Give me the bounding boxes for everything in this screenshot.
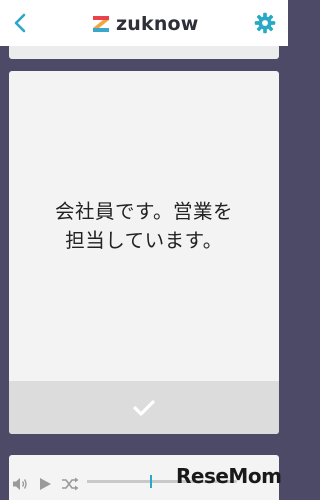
card-sentence: 会社員です。営業を 担当しています。	[9, 71, 279, 381]
zuknow-logo-icon	[93, 16, 109, 32]
shuffle-icon	[62, 477, 79, 491]
slider-thumb[interactable]	[150, 475, 152, 488]
app-name: zuknow	[116, 13, 199, 35]
card-line: 会社員です。営業を	[54, 200, 234, 223]
app-logo: zuknow	[92, 11, 199, 37]
settings-button[interactable]	[254, 12, 276, 34]
watermark-text: ReseMom	[176, 464, 282, 488]
app-header: zuknow	[0, 0, 288, 46]
card-line: 担当しています。	[65, 229, 223, 252]
volume-icon	[13, 478, 27, 490]
slider-progress	[87, 480, 150, 483]
play-button[interactable]	[39, 476, 52, 495]
volume-button[interactable]	[12, 476, 28, 495]
resemom-watermark: ReseMom	[176, 461, 282, 491]
play-icon	[40, 478, 51, 490]
previous-card-edge	[9, 46, 279, 59]
gear-icon	[254, 12, 276, 34]
chevron-left-icon	[14, 13, 26, 33]
mark-known-button[interactable]	[9, 381, 279, 434]
flash-card[interactable]: 会社員です。営業を 担当しています。	[9, 71, 279, 434]
checkmark-icon	[133, 399, 155, 416]
back-button[interactable]	[10, 12, 32, 34]
shuffle-button[interactable]	[61, 476, 79, 495]
